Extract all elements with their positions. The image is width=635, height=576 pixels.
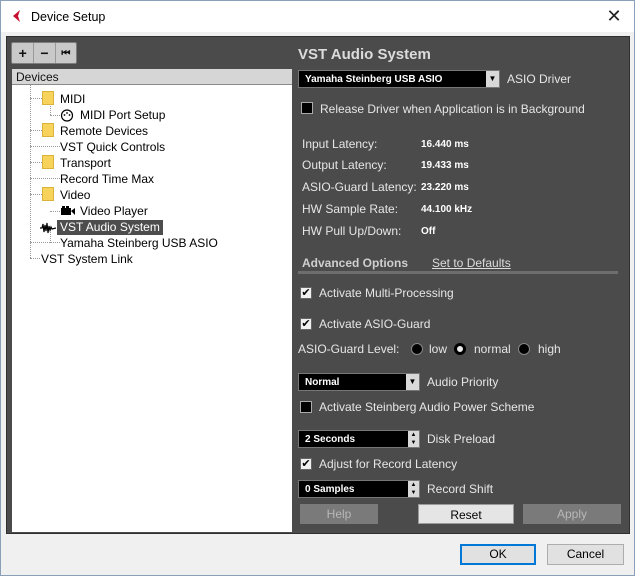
- power-scheme-label: Activate Steinberg Audio Power Scheme: [319, 400, 535, 414]
- audio-priority-value: Normal: [305, 377, 340, 388]
- input-latency-label: Input Latency:: [302, 137, 378, 151]
- folder-icon: [42, 187, 54, 201]
- advanced-options-heading: Advanced Options: [302, 256, 409, 270]
- set-to-defaults-link[interactable]: Set to Defaults: [432, 256, 511, 270]
- asio-guard-label: Activate ASIO-Guard: [319, 317, 431, 331]
- multi-processing-checkbox[interactable]: ✔: [300, 287, 312, 299]
- asio-guard-level-low-label: low: [429, 342, 448, 356]
- window-title: Device Setup: [31, 10, 106, 24]
- record-shift-value: 0 Samples: [305, 484, 355, 495]
- asio-driver-value: Yamaha Steinberg USB ASIO: [305, 74, 443, 85]
- devices-tree: MIDI MIDI Port Setup Remote Devices VST …: [12, 85, 292, 532]
- release-driver-checkbox[interactable]: [301, 102, 313, 114]
- multi-processing-label: Activate Multi-Processing: [319, 286, 454, 300]
- tree-item-remote-devices[interactable]: Remote Devices: [60, 124, 148, 139]
- tree-line: [50, 115, 60, 116]
- tree-item-midi-port-setup[interactable]: MIDI Port Setup: [80, 108, 165, 123]
- video-player-icon: [61, 206, 75, 215]
- power-scheme-checkbox[interactable]: [300, 401, 312, 413]
- tree-item-vst-audio-system[interactable]: VST Audio System: [57, 220, 163, 235]
- divider: [298, 271, 618, 274]
- reset-device-button[interactable]: ⏮: [54, 43, 76, 63]
- spinner-arrows-icon[interactable]: ▲ ▼: [408, 431, 419, 447]
- title-bar: Device Setup ✕: [1, 1, 634, 32]
- asio-guard-checkbox[interactable]: ✔: [300, 318, 312, 330]
- add-device-button[interactable]: +: [12, 43, 33, 63]
- chevron-down-icon: ▼: [406, 374, 419, 390]
- panel-title: VST Audio System: [298, 46, 431, 63]
- asio-guard-level-normal-radio[interactable]: [454, 343, 466, 355]
- asio-guard-level-high-radio[interactable]: [518, 343, 530, 355]
- device-setup-window: Device Setup ✕ + − ⏮ Devices MIDI MIDI P…: [0, 0, 635, 576]
- folder-icon: [42, 123, 54, 137]
- device-toolbar: + − ⏮: [11, 42, 77, 64]
- help-button[interactable]: Help: [300, 504, 378, 524]
- asio-driver-label: ASIO Driver: [507, 72, 572, 86]
- cubase-logo-icon: [13, 10, 20, 22]
- hw-pull-label: HW Pull Up/Down:: [302, 224, 402, 238]
- cancel-button[interactable]: Cancel: [547, 544, 624, 565]
- tree-line: [30, 178, 60, 179]
- tree-line: [30, 146, 60, 147]
- tree-item-yamaha-steinberg-usb-asio[interactable]: Yamaha Steinberg USB ASIO: [60, 236, 218, 251]
- input-latency-value: 16.440 ms: [421, 139, 469, 150]
- release-driver-label: Release Driver when Application is in Ba…: [320, 102, 585, 116]
- output-latency-label: Output Latency:: [302, 158, 387, 172]
- tree-line: [30, 258, 40, 259]
- tree-line: [50, 211, 60, 212]
- tree-item-transport[interactable]: Transport: [60, 156, 111, 171]
- chevron-down-icon: ▼: [486, 71, 499, 87]
- asio-driver-dropdown[interactable]: Yamaha Steinberg USB ASIO ▼: [298, 70, 500, 88]
- tree-item-video[interactable]: Video: [60, 188, 90, 203]
- apply-button[interactable]: Apply: [523, 504, 621, 524]
- adjust-record-latency-label: Adjust for Record Latency: [319, 457, 458, 471]
- record-shift-label: Record Shift: [427, 482, 494, 496]
- tree-line: [30, 130, 42, 131]
- disk-preload-stepper[interactable]: 2 Seconds ▲ ▼: [298, 430, 420, 448]
- folder-icon: [42, 155, 54, 169]
- adjust-record-latency-checkbox[interactable]: ✔: [300, 458, 312, 470]
- spinner-arrows-icon[interactable]: ▲ ▼: [408, 481, 419, 497]
- asio-guard-level-label: ASIO-Guard Level:: [298, 342, 400, 356]
- audio-waveform-icon: [40, 222, 56, 234]
- tree-item-vst-quick-controls[interactable]: VST Quick Controls: [60, 140, 165, 155]
- output-latency-value: 19.433 ms: [421, 160, 469, 171]
- disk-preload-value: 2 Seconds: [305, 434, 356, 445]
- reset-button[interactable]: Reset: [418, 504, 514, 524]
- disk-preload-label: Disk Preload: [427, 432, 496, 446]
- tree-item-record-time-max[interactable]: Record Time Max: [60, 172, 154, 187]
- ok-button[interactable]: OK: [460, 544, 536, 565]
- hw-pull-value: Off: [421, 226, 436, 237]
- devices-header: Devices: [12, 69, 292, 85]
- record-shift-stepper[interactable]: 0 Samples ▲ ▼: [298, 480, 420, 498]
- asio-guard-level-high-label: high: [538, 342, 561, 356]
- midi-port-icon: [60, 109, 74, 122]
- hw-sample-rate-value: 44.100 kHz: [421, 204, 473, 215]
- audio-priority-dropdown[interactable]: Normal ▼: [298, 373, 420, 391]
- close-button[interactable]: ✕: [602, 4, 626, 28]
- tree-line: [30, 242, 60, 243]
- tree-line: [30, 194, 42, 195]
- tree-line: [30, 85, 31, 258]
- hw-sample-rate-label: HW Sample Rate:: [302, 202, 399, 216]
- tree-item-video-player[interactable]: Video Player: [80, 204, 148, 219]
- asio-guard-latency-label: ASIO-Guard Latency:: [302, 180, 417, 194]
- asio-guard-level-low-radio[interactable]: [411, 343, 423, 355]
- asio-guard-level-normal-label: normal: [474, 342, 511, 356]
- tree-line: [30, 98, 42, 99]
- tree-line: [30, 162, 42, 163]
- tree-item-vst-system-link[interactable]: VST System Link: [41, 252, 133, 267]
- asio-guard-latency-value: 23.220 ms: [421, 182, 469, 193]
- tree-item-midi[interactable]: MIDI: [60, 92, 85, 107]
- remove-device-button[interactable]: −: [33, 43, 54, 63]
- audio-priority-label: Audio Priority: [427, 375, 499, 389]
- folder-icon: [42, 91, 54, 105]
